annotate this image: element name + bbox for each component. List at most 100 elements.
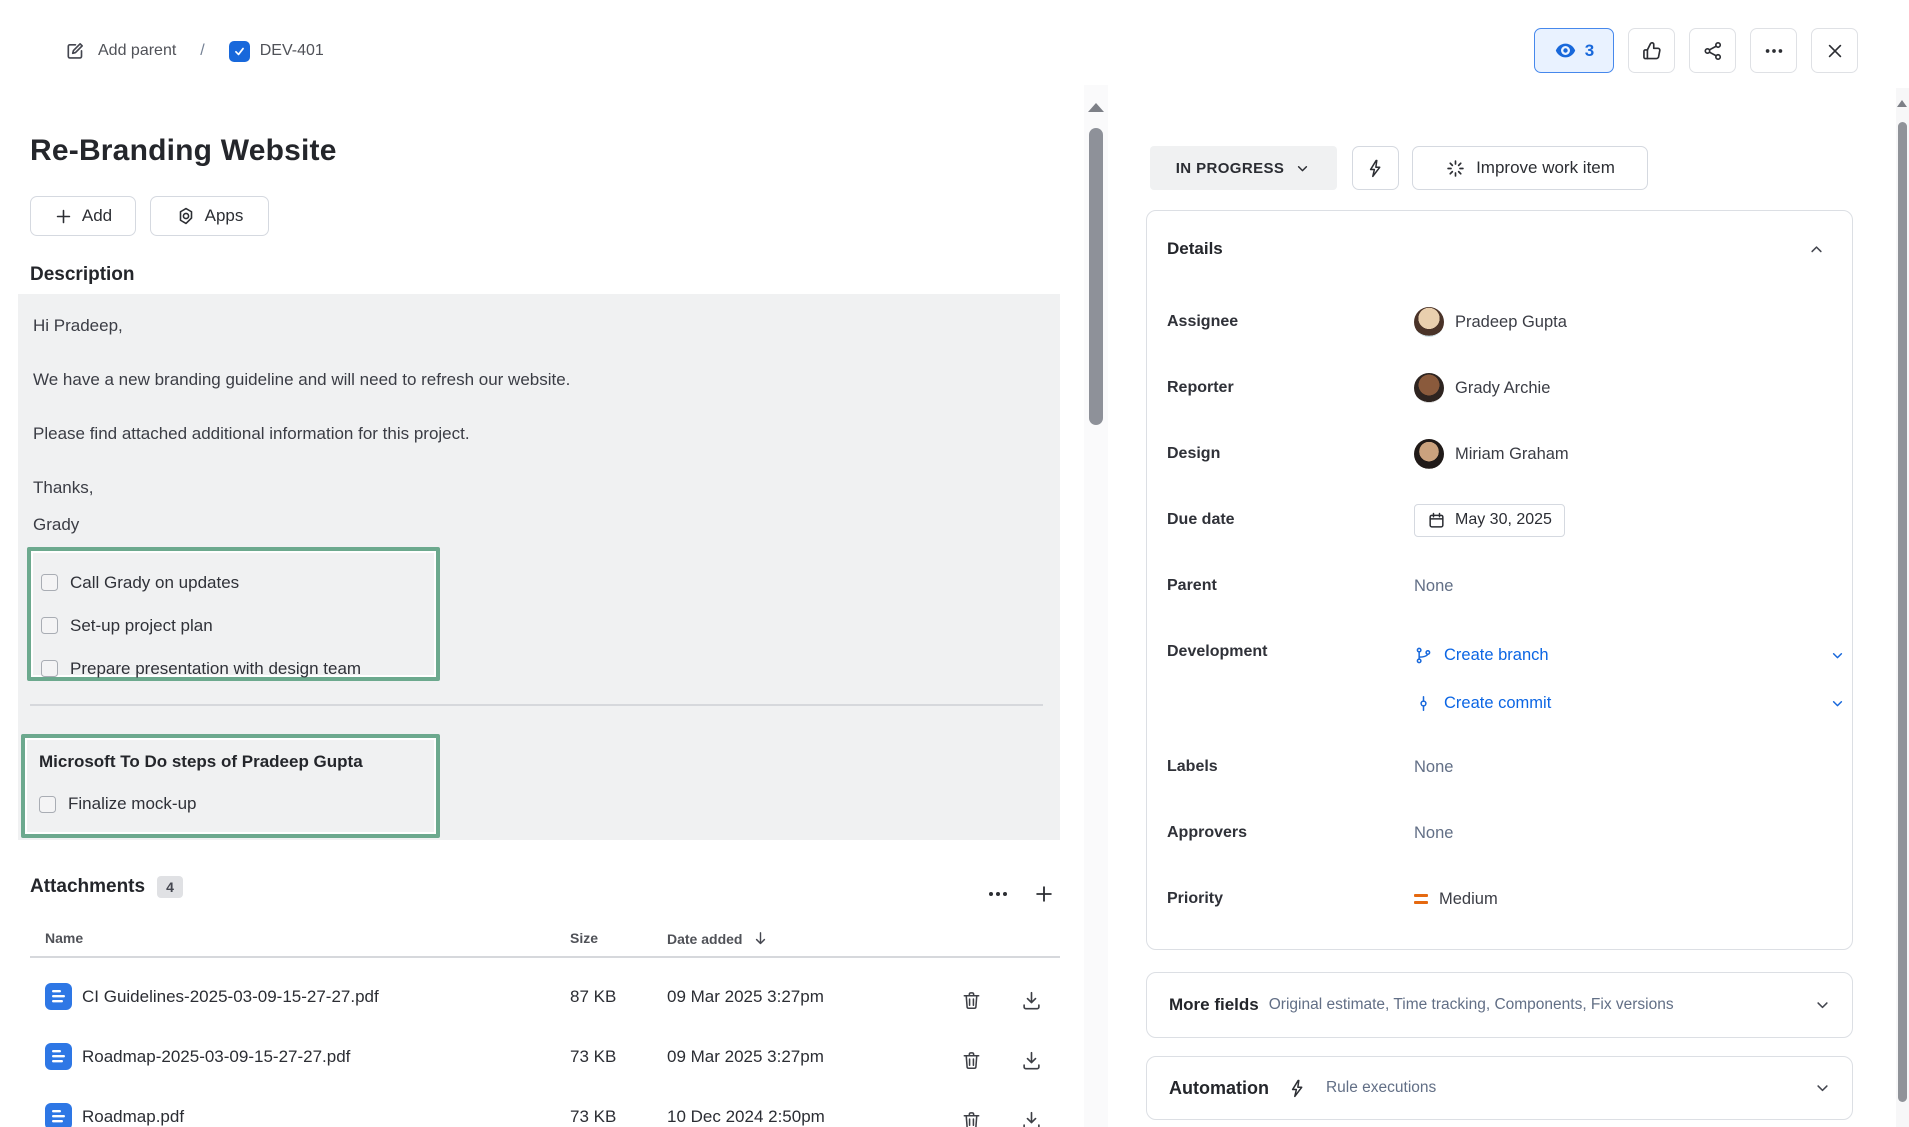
add-button[interactable]: Add <box>30 196 136 236</box>
breadcrumb-add-parent[interactable]: Add parent <box>98 42 176 60</box>
checkbox[interactable] <box>41 660 58 677</box>
description-paragraph: We have a new branding guideline and wil… <box>33 368 1040 392</box>
parent-value[interactable]: None <box>1414 577 1453 596</box>
download-attachment-button[interactable] <box>1015 1104 1047 1127</box>
automation-heading: Automation <box>1169 1078 1269 1099</box>
column-header-size[interactable]: Size <box>570 930 598 946</box>
details-panel: Details Assignee Pradeep Gupta Reporter <box>1146 210 1853 950</box>
attachment-row[interactable]: Roadmap-2025-03-09-15-27-27.pdf 73 KB 09… <box>30 1026 1060 1086</box>
attachments-table-header: Name Size Date added <box>30 928 1060 958</box>
attachment-row[interactable]: Roadmap.pdf 73 KB 10 Dec 2024 2:50pm <box>30 1086 1060 1127</box>
delete-attachment-button[interactable] <box>955 984 987 1016</box>
more-fields-summary: Original estimate, Time tracking, Compon… <box>1269 996 1674 1014</box>
scroll-up-arrow[interactable] <box>1897 100 1907 107</box>
watchers-button[interactable]: 3 <box>1534 28 1614 73</box>
calendar-icon <box>1427 511 1446 530</box>
add-parent-edit-icon[interactable] <box>62 38 88 64</box>
breadcrumb-issue-key[interactable]: DEV-401 <box>260 42 324 60</box>
plus-icon <box>1033 883 1055 905</box>
close-button[interactable] <box>1811 28 1858 73</box>
attachments-more-button[interactable] <box>982 878 1014 910</box>
create-commit-link[interactable]: Create commit <box>1414 679 1824 727</box>
automation-panel[interactable]: Automation Rule executions <box>1146 1056 1853 1120</box>
scroll-up-arrow[interactable] <box>1088 103 1104 112</box>
chevron-down-icon[interactable] <box>1813 996 1832 1015</box>
attachment-size: 87 KB <box>570 987 616 1007</box>
file-document-icon <box>45 983 72 1010</box>
create-branch-link[interactable]: Create branch <box>1414 631 1824 679</box>
column-header-date-added[interactable]: Date added <box>667 930 769 947</box>
chevron-down-icon[interactable] <box>1829 647 1846 664</box>
details-heading: Details <box>1167 239 1223 259</box>
field-labels: Labels None <box>1167 734 1832 800</box>
improve-work-item-button[interactable]: Improve work item <box>1412 146 1648 190</box>
delete-attachment-button[interactable] <box>955 1104 987 1127</box>
share-icon <box>1702 40 1724 62</box>
checkbox[interactable] <box>41 617 58 634</box>
field-label: Parent <box>1167 577 1414 595</box>
field-approvers: Approvers None <box>1167 800 1832 866</box>
status-label: IN PROGRESS <box>1176 160 1285 177</box>
scrollbar-thumb[interactable] <box>1089 128 1103 425</box>
create-branch-label: Create branch <box>1444 646 1549 665</box>
chevron-down-icon[interactable] <box>1829 695 1846 712</box>
share-button[interactable] <box>1689 28 1736 73</box>
ellipsis-icon <box>1763 40 1785 62</box>
apps-button[interactable]: Apps <box>150 196 269 236</box>
labels-value[interactable]: None <box>1414 758 1453 777</box>
checklist-item: Call Grady on updates <box>41 561 436 604</box>
attachment-name[interactable]: CI Guidelines-2025-03-09-15-27-27.pdf <box>82 987 379 1007</box>
checklist-item: Prepare presentation with design team <box>41 647 436 690</box>
attachment-size: 73 KB <box>570 1107 616 1127</box>
status-dropdown[interactable]: IN PROGRESS <box>1150 146 1337 190</box>
column-header-name[interactable]: Name <box>45 930 83 946</box>
field-label: Due date <box>1167 511 1414 529</box>
automation-quick-button[interactable] <box>1352 146 1399 190</box>
field-development: Development Create branch <box>1167 619 1832 734</box>
chevron-down-icon <box>1294 160 1311 177</box>
description-body[interactable]: Hi Pradeep, We have a new branding guide… <box>18 294 1060 840</box>
lightning-icon <box>1365 158 1386 179</box>
eye-icon <box>1554 39 1577 62</box>
due-date-chip[interactable]: May 30, 2025 <box>1414 504 1565 537</box>
more-fields-panel[interactable]: More fields Original estimate, Time trac… <box>1146 972 1853 1038</box>
field-label: Assignee <box>1167 313 1414 331</box>
field-due-date: Due date May 30, 2025 <box>1167 487 1832 553</box>
avatar <box>1414 439 1444 469</box>
design-name: Miriam Graham <box>1455 445 1569 464</box>
file-document-icon <box>45 1103 72 1127</box>
attachment-name[interactable]: Roadmap.pdf <box>82 1107 184 1127</box>
attachment-date: 09 Mar 2025 3:27pm <box>667 987 824 1007</box>
attachments-add-button[interactable] <box>1028 878 1060 910</box>
checklist-item: Set-up project plan <box>41 604 436 647</box>
more-actions-button[interactable] <box>1750 28 1797 73</box>
content-scrollbar[interactable] <box>1084 85 1108 1127</box>
git-commit-icon <box>1414 694 1433 713</box>
field-value[interactable]: Grady Archie <box>1414 373 1550 403</box>
checklist-highlight-box: Call Grady on updates Set-up project pla… <box>27 547 440 681</box>
field-value[interactable]: Miriam Graham <box>1414 439 1569 469</box>
like-button[interactable] <box>1628 28 1675 73</box>
collapse-details-button[interactable] <box>1800 233 1832 265</box>
attachment-date: 10 Dec 2024 2:50pm <box>667 1107 825 1127</box>
approvers-value[interactable]: None <box>1414 824 1453 843</box>
checkbox[interactable] <box>39 796 56 813</box>
download-attachment-button[interactable] <box>1015 984 1047 1016</box>
delete-attachment-button[interactable] <box>955 1044 987 1076</box>
window-scrollbar[interactable] <box>1896 88 1909 1127</box>
description-paragraph: Thanks, <box>33 476 1040 500</box>
breadcrumb-separator: / <box>200 42 204 60</box>
due-date-value: May 30, 2025 <box>1455 511 1552 529</box>
checkbox[interactable] <box>41 574 58 591</box>
scrollbar-thumb[interactable] <box>1898 122 1907 1102</box>
priority-value[interactable]: Medium <box>1414 890 1498 909</box>
attachment-row[interactable]: CI Guidelines-2025-03-09-15-27-27.pdf 87… <box>30 966 1060 1026</box>
download-attachment-button[interactable] <box>1015 1044 1047 1076</box>
thumbs-up-icon <box>1641 40 1663 62</box>
improve-work-item-label: Improve work item <box>1476 158 1615 178</box>
field-label: Approvers <box>1167 824 1414 842</box>
chevron-down-icon[interactable] <box>1813 1079 1832 1098</box>
field-value[interactable]: Pradeep Gupta <box>1414 307 1567 337</box>
checklist-item-label: Set-up project plan <box>70 616 213 636</box>
attachment-name[interactable]: Roadmap-2025-03-09-15-27-27.pdf <box>82 1047 350 1067</box>
